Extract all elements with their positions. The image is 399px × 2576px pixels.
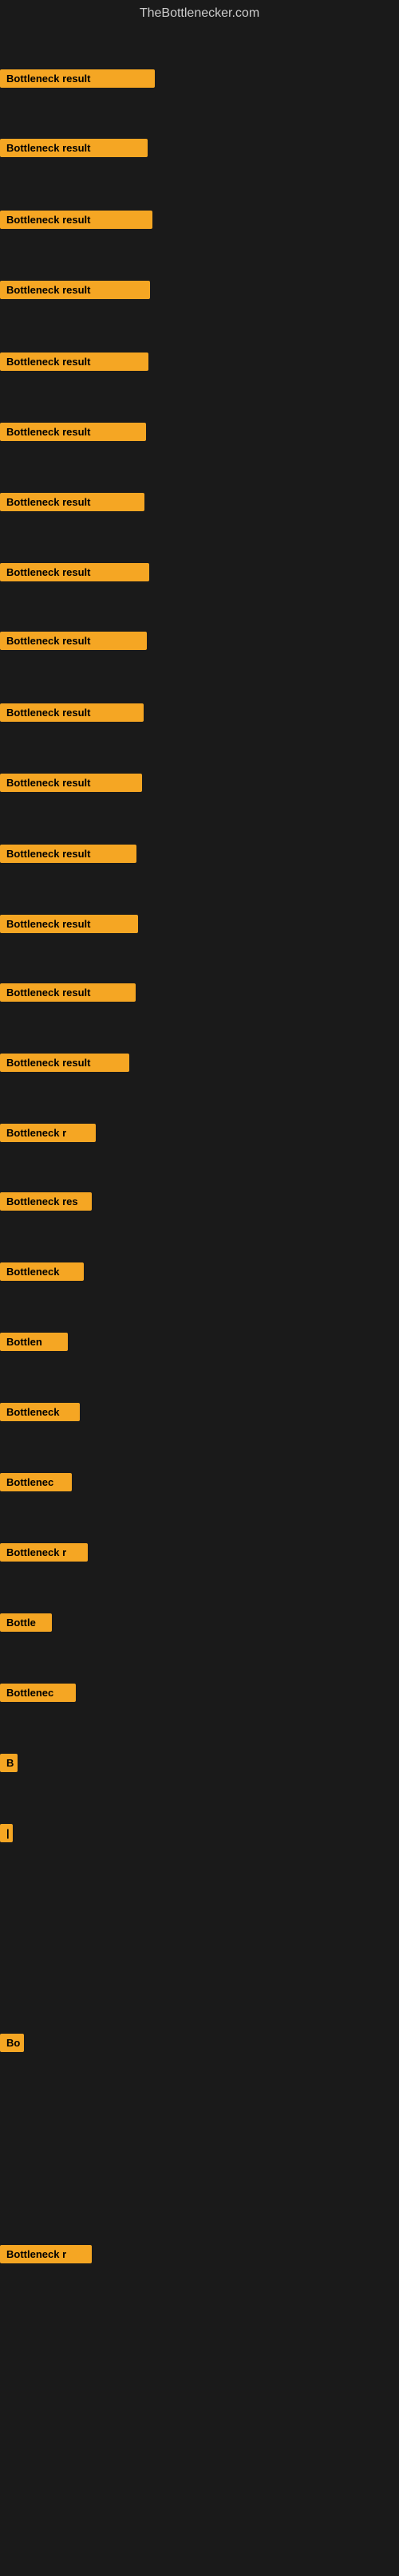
bottleneck-result-item: Bottleneck result <box>0 632 147 650</box>
bottleneck-result-item: | <box>0 1824 13 1842</box>
bottleneck-result-item: Bottleneck result <box>0 915 138 933</box>
bottleneck-result-item: Bottleneck <box>0 1403 80 1421</box>
bottleneck-result-item: Bottlen <box>0 1333 68 1351</box>
bottleneck-result-item: Bottleneck result <box>0 281 150 299</box>
bottleneck-result-item: Bottleneck result <box>0 845 136 863</box>
bottleneck-result-item: Bottleneck result <box>0 774 142 792</box>
bottleneck-result-item: Bottleneck result <box>0 69 155 88</box>
bottleneck-result-item: Bottleneck result <box>0 563 149 581</box>
bottleneck-result-item: Bottleneck result <box>0 983 136 1002</box>
bottleneck-result-item: Bo <box>0 2034 24 2052</box>
bottleneck-result-item: Bottleneck res <box>0 1192 92 1211</box>
bottleneck-result-item: Bottleneck result <box>0 493 144 511</box>
site-title: TheBottlenecker.com <box>0 0 399 24</box>
bottleneck-result-item: Bottleneck r <box>0 2245 92 2263</box>
bottleneck-result-item: Bottleneck result <box>0 423 146 441</box>
bottleneck-result-item: B <box>0 1754 18 1772</box>
bottleneck-result-item: Bottleneck result <box>0 703 144 722</box>
bottleneck-result-item: Bottle <box>0 1613 52 1632</box>
bottleneck-result-item: Bottleneck result <box>0 211 152 229</box>
bottleneck-result-item: Bottlenec <box>0 1684 76 1702</box>
bottleneck-result-item: Bottlenec <box>0 1473 72 1491</box>
bottleneck-result-item: Bottleneck result <box>0 353 148 371</box>
bottleneck-result-item: Bottleneck <box>0 1262 84 1281</box>
bottleneck-result-item: Bottleneck r <box>0 1124 96 1142</box>
bottleneck-result-item: Bottleneck result <box>0 139 148 157</box>
bottleneck-result-item: Bottleneck result <box>0 1054 129 1072</box>
bottleneck-result-item: Bottleneck r <box>0 1543 88 1562</box>
